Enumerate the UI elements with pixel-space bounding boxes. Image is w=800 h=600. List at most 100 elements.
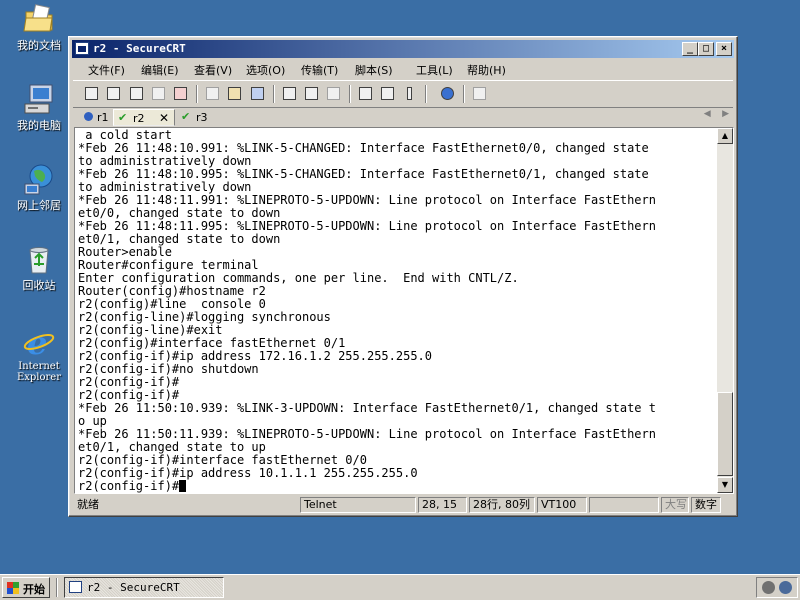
terminal-line: r2(config)#interface fastEthernet 0/1	[78, 336, 346, 350]
tray-volume-icon[interactable]	[762, 581, 775, 594]
desktop-icon-label: 我的电脑	[17, 119, 61, 132]
keymap-icon[interactable]	[401, 85, 418, 102]
toolbar-separator	[349, 85, 351, 103]
session-tab-bar: r1 ✔ r2 ✕ ✔ r3	[73, 107, 733, 127]
close-tab-icon[interactable]: ✕	[159, 111, 169, 125]
tab-r3[interactable]: ✔ r3	[177, 109, 211, 126]
folder-icon	[22, 2, 56, 36]
terminal-line: et0/1, changed state to up	[78, 440, 266, 454]
terminal-line: et0/0, changed state to down	[78, 206, 281, 220]
scroll-up-button[interactable]: ▲	[717, 128, 733, 144]
terminal-line: r2(config-line)#logging synchronous	[78, 310, 331, 324]
about-icon[interactable]	[471, 85, 488, 102]
print-icon[interactable]	[325, 85, 342, 102]
computer-icon	[22, 82, 56, 116]
tab-label: r1	[97, 111, 109, 124]
securecrt-task-icon	[69, 581, 82, 593]
status-cursor-position: 28, 15	[418, 497, 467, 513]
global-options-icon[interactable]	[379, 85, 396, 102]
status-blank	[589, 497, 659, 513]
securecrt-window: r2 - SecureCRT _ □ × 文件(F) 编辑(E) 查看(V) 选…	[68, 36, 738, 517]
terminal-line: et0/1, changed state to down	[78, 232, 281, 246]
desktop-icon-my-computer[interactable]: 我的电脑	[8, 82, 70, 132]
connect-icon[interactable]	[83, 85, 100, 102]
toolbar-separator	[196, 85, 198, 103]
status-ready: 就绪	[77, 498, 99, 511]
menu-edit[interactable]: 编辑(E)	[141, 62, 179, 78]
terminal-line: *Feb 26 11:50:10.939: %LINK-3-UPDOWN: In…	[78, 401, 656, 415]
start-label: 开始	[23, 583, 45, 596]
checkmark-icon: ✔	[181, 110, 191, 123]
terminal-line: r2(config-if)#interface fastEthernet 0/0	[78, 453, 367, 467]
menu-script[interactable]: 脚本(S)	[355, 62, 393, 78]
connect-tab-icon[interactable]	[128, 85, 145, 102]
tray-network-icon[interactable]	[779, 581, 792, 594]
terminal-line: r2(config)#line console 0	[78, 297, 266, 311]
terminal-line: *Feb 26 11:48:10.991: %LINK-5-CHANGED: I…	[78, 141, 649, 155]
toolbar-separator	[273, 85, 275, 103]
terminal-line: *Feb 26 11:48:11.995: %LINEPROTO-5-UPDOW…	[78, 219, 656, 233]
toolbar-separator	[425, 85, 427, 103]
toolbar-separator	[463, 85, 465, 103]
session-options-icon[interactable]	[357, 85, 374, 102]
start-button[interactable]: 开始	[2, 577, 50, 598]
toolbar	[73, 80, 733, 108]
terminal-line: Router#configure terminal	[78, 258, 259, 272]
tab-r2[interactable]: ✔ r2 ✕	[113, 109, 175, 126]
desktop-icon-my-documents[interactable]: 我的文档	[8, 2, 70, 52]
find-icon[interactable]	[249, 85, 266, 102]
status-num-lock: 数字	[691, 497, 721, 513]
task-title: r2 - SecureCRT	[87, 581, 180, 594]
status-bar: 就绪 Telnet 28, 15 28行, 80列 VT100 大写 数字	[73, 496, 733, 514]
internet-explorer-icon: e	[22, 324, 56, 362]
window-title: r2 - SecureCRT	[93, 42, 186, 55]
desktop-icon-label-line1: Internet	[18, 361, 60, 372]
desktop-icon-label: 我的文档	[17, 39, 61, 52]
copy-icon[interactable]	[204, 85, 221, 102]
window-titlebar[interactable]: r2 - SecureCRT _ □ ×	[72, 40, 734, 58]
terminal-output: a cold start *Feb 26 11:48:10.991: %LINK…	[78, 129, 656, 493]
menu-tools[interactable]: 工具(L)	[416, 62, 453, 78]
minimize-button[interactable]: _	[682, 42, 698, 56]
tab-label: r3	[196, 111, 208, 124]
menu-options[interactable]: 选项(O)	[246, 62, 285, 78]
terminal-view[interactable]: a cold start *Feb 26 11:48:10.991: %LINK…	[74, 127, 734, 494]
terminal-prompt: r2(config-if)#	[78, 479, 180, 493]
securecrt-app-icon[interactable]	[75, 42, 89, 55]
menu-transfer[interactable]: 传输(T)	[301, 62, 338, 78]
terminal-cursor	[179, 480, 187, 492]
reconnect-icon[interactable]	[150, 85, 167, 102]
menu-help[interactable]: 帮助(H)	[467, 62, 506, 78]
taskbar-button-securecrt[interactable]: r2 - SecureCRT	[64, 577, 224, 598]
print-setup-icon[interactable]	[281, 85, 298, 102]
menu-file[interactable]: 文件(F)	[88, 62, 125, 78]
taskbar: 开始 r2 - SecureCRT	[0, 574, 800, 600]
terminal-line: Router>enable	[78, 245, 172, 259]
print-selection-icon[interactable]	[303, 85, 320, 102]
help-icon[interactable]	[439, 85, 456, 102]
quick-connect-icon[interactable]	[105, 85, 122, 102]
terminal-line: r2(config-if)#	[78, 388, 180, 402]
checkmark-icon: ✔	[118, 111, 128, 124]
desktop-icon-network[interactable]: 网上邻居	[8, 162, 70, 212]
terminal-line: r2(config-if)#no shutdown	[78, 362, 259, 376]
desktop-icon-recycle-bin[interactable]: 回收站	[8, 242, 70, 292]
vertical-scrollbar[interactable]: ▲ ▼	[717, 128, 733, 493]
disconnect-icon[interactable]	[172, 85, 189, 102]
terminal-line: Enter configuration commands, one per li…	[78, 271, 519, 285]
status-protocol: Telnet	[300, 497, 416, 513]
network-globe-icon	[22, 162, 56, 196]
maximize-button[interactable]: □	[698, 42, 714, 56]
taskbar-divider	[56, 578, 58, 597]
menu-view[interactable]: 查看(V)	[194, 62, 232, 78]
scroll-down-button[interactable]: ▼	[717, 477, 733, 493]
status-emulation: VT100	[537, 497, 587, 513]
scroll-thumb[interactable]	[717, 392, 733, 476]
system-tray	[756, 577, 798, 598]
tab-r1[interactable]: r1	[77, 109, 111, 126]
tab-scroll-arrows[interactable]: ◀ ▶	[704, 109, 729, 119]
close-button[interactable]: ×	[716, 42, 732, 56]
desktop-icon-internet-explorer[interactable]: e Internet Explorer	[8, 324, 70, 383]
paste-icon[interactable]	[226, 85, 243, 102]
terminal-line: *Feb 26 11:48:10.995: %LINK-5-CHANGED: I…	[78, 167, 649, 181]
